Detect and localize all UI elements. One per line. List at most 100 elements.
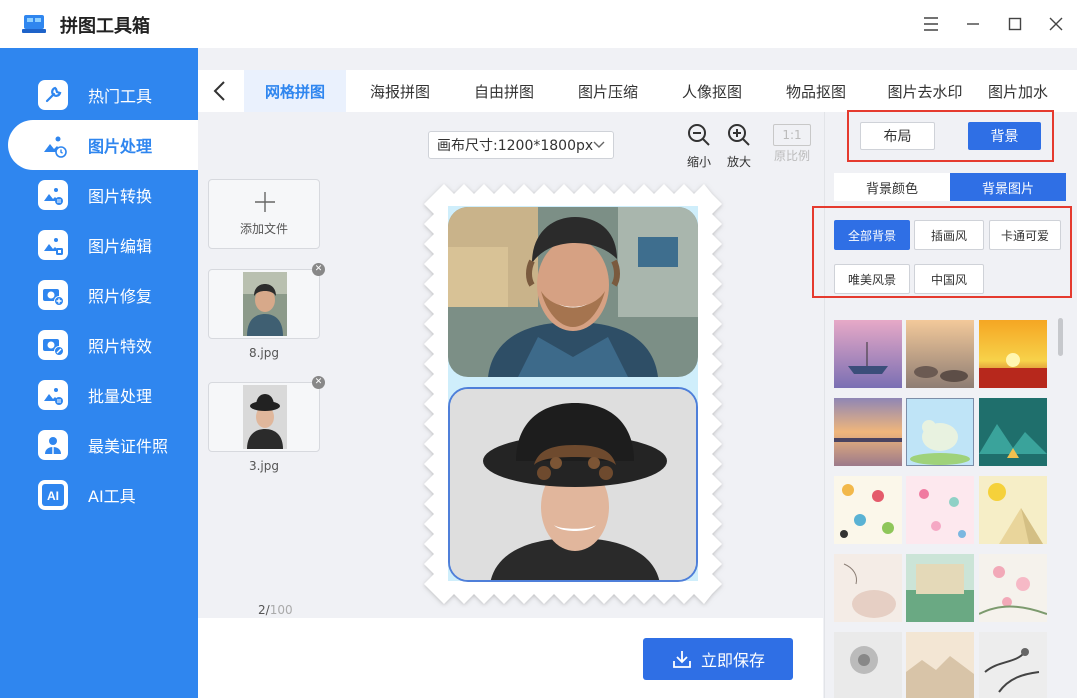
category-scenery[interactable]: 唯美风景 <box>834 264 910 294</box>
tab-background-color[interactable]: 背景颜色 <box>834 173 950 201</box>
sidebar-item-label: 照片特效 <box>88 337 153 356</box>
plus-icon <box>255 192 275 212</box>
sidebar-item-label: 图片转换 <box>88 187 153 206</box>
layout-button[interactable]: 布局 <box>860 122 935 150</box>
image-edit-doc-icon <box>38 230 68 260</box>
sidebar-item-label: AI工具 <box>88 487 136 506</box>
svg-text:AI: AI <box>47 489 59 503</box>
file-name: 8.jpg <box>248 346 280 360</box>
sidebar-item-image-processing[interactable]: 图片处理 <box>8 120 198 170</box>
tab-portrait-cutout[interactable]: 人像抠图 <box>662 70 762 112</box>
file-thumbnail-image <box>243 385 287 449</box>
file-count: 2/100 <box>258 603 293 617</box>
zoom-out-icon <box>688 124 710 146</box>
canvas-size-label: 画布尺寸:1200*1800px <box>437 138 594 154</box>
add-file-label: 添加文件 <box>239 222 288 236</box>
background-thumbnail[interactable] <box>906 476 974 544</box>
background-thumbnail[interactable] <box>906 398 974 466</box>
background-subtabs: 背景颜色 背景图片 <box>834 173 1066 201</box>
tab-background-image[interactable]: 背景图片 <box>950 173 1066 201</box>
sidebar-item-label: 批量处理 <box>88 387 153 406</box>
ai-icon: AI <box>38 480 68 510</box>
background-thumbnail[interactable] <box>906 632 974 698</box>
category-cartoon[interactable]: 卡通可爱 <box>989 220 1061 250</box>
sidebar-item-photo-repair[interactable]: 照片修复 <box>0 270 198 320</box>
background-thumbnail[interactable] <box>979 320 1047 388</box>
chevron-down-icon <box>593 141 605 148</box>
maximize-icon[interactable] <box>1003 12 1027 36</box>
tab-poster-collage[interactable]: 海报拼图 <box>350 70 450 112</box>
sidebar: 热门工具 图片处理 图片转换 图片编辑 照片修复 照片特效 批量处理 最美证件照… <box>0 48 198 698</box>
sidebar-item-id-photo[interactable]: 最美证件照 <box>0 420 198 470</box>
sidebar-item-label: 图片处理 <box>88 137 153 156</box>
sidebar-item-label: 热门工具 <box>88 87 153 106</box>
sidebar-item-hot-tools[interactable]: 热门工具 <box>0 70 198 120</box>
menu-icon[interactable] <box>919 12 943 36</box>
sidebar-item-ai-tools[interactable]: AI AI工具 <box>0 470 198 520</box>
sidebar-item-image-edit[interactable]: 图片编辑 <box>0 220 198 270</box>
wrench-icon <box>38 80 68 110</box>
tab-image-compress[interactable]: 图片压缩 <box>558 70 658 112</box>
background-thumbnail[interactable] <box>834 398 902 466</box>
image-edit-icon <box>38 130 68 160</box>
zoom-out-button[interactable]: 缩小 <box>679 122 719 170</box>
sidebar-item-image-convert[interactable]: 图片转换 <box>0 170 198 220</box>
title-bar: 拼图工具箱 <box>0 0 1077 48</box>
file-thumbnail[interactable] <box>208 269 320 339</box>
tab-object-cutout[interactable]: 物品抠图 <box>766 70 866 112</box>
category-all[interactable]: 全部背景 <box>834 220 910 250</box>
remove-file-icon[interactable]: ✕ <box>312 376 325 389</box>
background-button[interactable]: 背景 <box>968 122 1041 150</box>
close-icon[interactable] <box>1044 12 1068 36</box>
zoom-in-label: 放大 <box>726 155 751 169</box>
tab-add-watermark[interactable]: 图片加水 <box>988 70 1077 112</box>
camera-magic-icon <box>38 330 68 360</box>
sidebar-item-photo-effects[interactable]: 照片特效 <box>0 320 198 370</box>
app-logo-icon <box>22 15 46 33</box>
zoom-in-icon <box>728 124 750 146</box>
download-icon <box>673 651 691 668</box>
zoom-in-button[interactable]: 放大 <box>719 122 759 170</box>
original-ratio-label: 原比例 <box>773 149 810 163</box>
collage-photo-2[interactable] <box>448 387 698 582</box>
file-thumbnail[interactable] <box>208 382 320 452</box>
tab-free-collage[interactable]: 自由拼图 <box>454 70 554 112</box>
file-name: 3.jpg <box>248 459 280 473</box>
save-label: 立即保存 <box>700 651 765 670</box>
background-thumbnail[interactable] <box>979 554 1047 622</box>
sidebar-item-batch-processing[interactable]: 批量处理 <box>0 370 198 420</box>
background-thumbnail[interactable] <box>979 476 1047 544</box>
background-thumbnail[interactable] <box>979 632 1047 698</box>
tab-grid-collage[interactable]: 网格拼图 <box>244 70 346 112</box>
background-thumbnail[interactable] <box>834 476 902 544</box>
app-title: 拼图工具箱 <box>60 16 150 37</box>
add-file-button[interactable]: 添加文件 <box>208 179 320 249</box>
sidebar-item-label: 最美证件照 <box>88 437 169 456</box>
save-button[interactable]: 立即保存 <box>643 638 793 680</box>
canvas-size-select[interactable]: 画布尺寸:1200*1800px <box>428 131 614 159</box>
image-batch-icon <box>38 380 68 410</box>
background-thumbnail[interactable] <box>979 398 1047 466</box>
collage-photo-1[interactable] <box>448 207 698 377</box>
background-thumbnail[interactable] <box>834 320 902 388</box>
ratio-box: 1:1 <box>773 124 811 146</box>
original-ratio-button[interactable]: 1:1 原比例 <box>771 122 813 164</box>
image-convert-icon <box>38 180 68 210</box>
background-thumbnail[interactable] <box>834 632 902 698</box>
background-thumbnail[interactable] <box>906 320 974 388</box>
file-thumbnail-image <box>243 272 287 336</box>
camera-plus-icon <box>38 280 68 310</box>
background-scrollbar[interactable] <box>1058 318 1063 356</box>
zoom-out-label: 缩小 <box>686 155 711 169</box>
tab-remove-watermark[interactable]: 图片去水印 <box>870 70 980 112</box>
id-photo-icon <box>38 430 68 460</box>
minimize-icon[interactable] <box>961 12 985 36</box>
category-chinese-style[interactable]: 中国风 <box>914 264 984 294</box>
remove-file-icon[interactable]: ✕ <box>312 263 325 276</box>
background-thumbnail[interactable] <box>906 554 974 622</box>
category-illustration[interactable]: 插画风 <box>914 220 984 250</box>
background-thumbnail[interactable] <box>834 554 902 622</box>
tool-tabs: 网格拼图 海报拼图 自由拼图 图片压缩 人像抠图 物品抠图 图片去水印 图片加水 <box>198 70 1077 112</box>
chevron-left-icon[interactable] <box>210 79 232 103</box>
sidebar-item-label: 照片修复 <box>88 287 153 306</box>
